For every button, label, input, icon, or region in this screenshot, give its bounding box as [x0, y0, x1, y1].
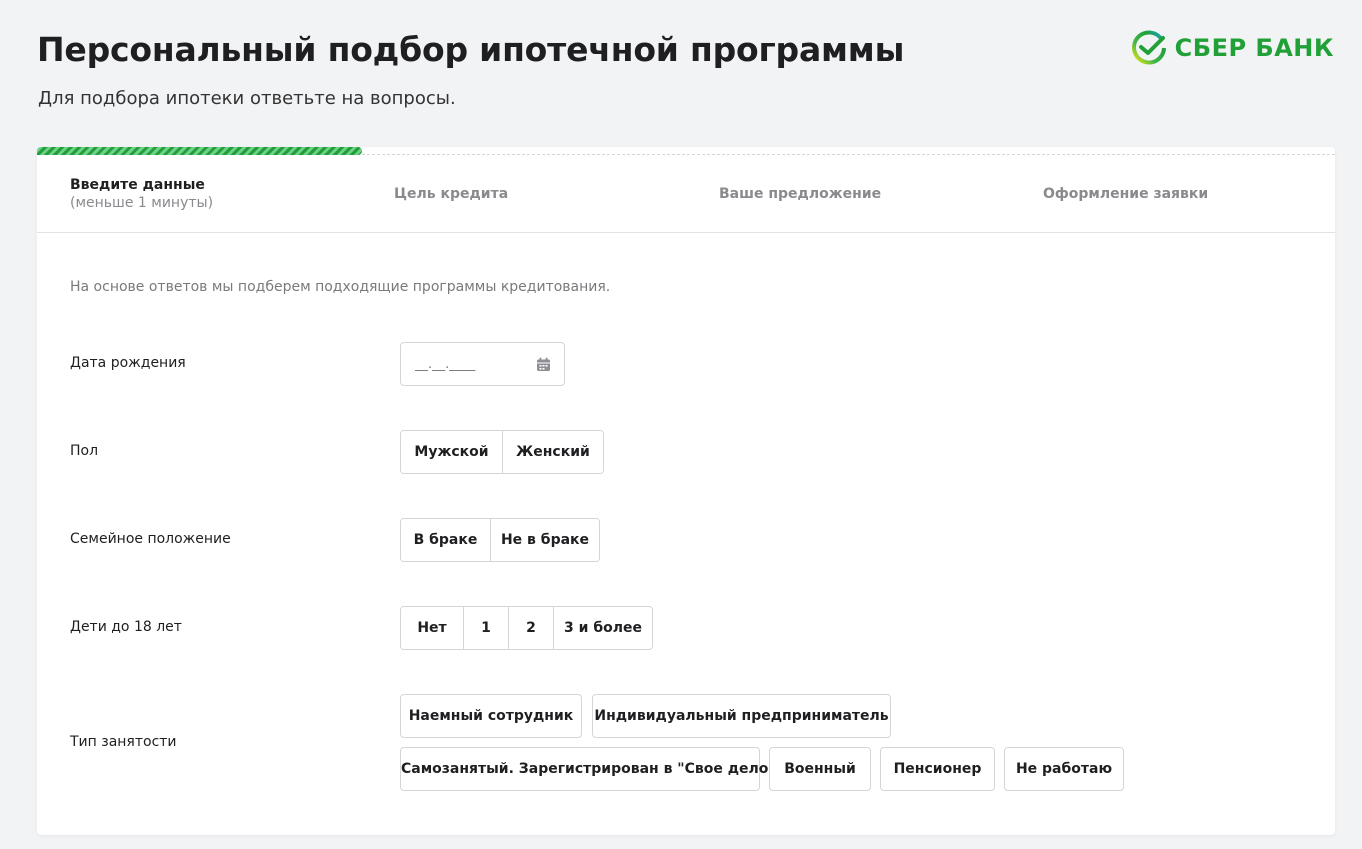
marital-label: Семейное положение [70, 531, 231, 547]
step-title: Цель кредита [394, 186, 509, 202]
children-selector: Нет 1 2 3 и более [400, 606, 653, 650]
employment-label: Тип занятости [70, 734, 177, 750]
step-title: Ваше предложение [719, 186, 882, 202]
employment-unemployed-button[interactable]: Не работаю [1004, 747, 1124, 791]
marital-married-button[interactable]: В браке [401, 519, 490, 561]
step-note: (меньше 1 минуты) [70, 195, 214, 211]
step-title: Оформление заявки [1043, 186, 1209, 202]
calendar-icon[interactable] [536, 357, 551, 372]
children-none-button[interactable]: Нет [401, 607, 463, 649]
gender-female-button[interactable]: Женский [502, 431, 603, 473]
page-title: Персональный подбор ипотечной программы [37, 30, 905, 69]
step-credit-goal[interactable]: Цель кредита [394, 155, 508, 233]
step-enter-data[interactable]: Введите данные (меньше 1 минуты) [70, 155, 213, 233]
birthdate-input[interactable] [415, 356, 515, 372]
steps-bar: Введите данные (меньше 1 минуты) Цель кр… [37, 155, 1335, 233]
children-three-plus-button[interactable]: 3 и более [553, 607, 652, 649]
step-title: Введите данные [70, 177, 205, 193]
marital-selector: В браке Не в браке [400, 518, 600, 562]
step-your-offer[interactable]: Ваше предложение [719, 155, 881, 233]
gender-label: Пол [70, 443, 99, 459]
employment-employee-button[interactable]: Наемный сотрудник [400, 694, 582, 738]
employment-entrepreneur-button[interactable]: Индивидуальный предприниматель [592, 694, 891, 738]
children-two-button[interactable]: 2 [508, 607, 553, 649]
logo-text: СБЕР БАНК [1174, 34, 1334, 62]
employment-pensioner-button[interactable]: Пенсионер [880, 747, 995, 791]
gender-selector: Мужской Женский [400, 430, 604, 474]
sber-logo-icon [1131, 30, 1166, 65]
employment-self-employed-button[interactable]: Самозанятый. Зарегистрирован в "Свое дел… [400, 747, 776, 791]
gender-male-button[interactable]: Мужской [401, 431, 502, 473]
page-subtitle: Для подбора ипотеки ответьте на вопросы. [38, 88, 456, 109]
children-label: Дети до 18 лет [70, 619, 182, 635]
questionnaire-card: Введите данные (меньше 1 минуты) Цель кр… [37, 147, 1335, 835]
sber-logo[interactable]: СБЕР БАНК [1131, 30, 1334, 66]
step-application[interactable]: Оформление заявки [1043, 155, 1208, 233]
birthdate-field[interactable] [400, 342, 565, 386]
progress-bar [37, 147, 1335, 155]
progress-fill [37, 147, 362, 155]
birthdate-label: Дата рождения [70, 355, 186, 371]
employment-military-button[interactable]: Военный [769, 747, 871, 791]
marital-not-married-button[interactable]: Не в браке [490, 519, 599, 561]
form-intro: На основе ответов мы подберем подходящие… [70, 279, 611, 295]
children-one-button[interactable]: 1 [463, 607, 508, 649]
